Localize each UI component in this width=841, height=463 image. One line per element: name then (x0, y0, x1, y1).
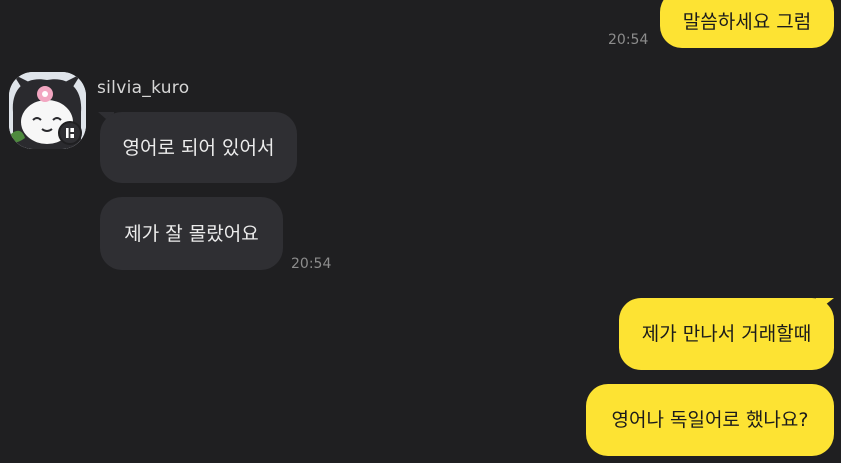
their-message-bubble[interactable]: 제가 잘 몰랐어요 (100, 197, 283, 270)
profile-badge-icon (58, 121, 82, 145)
my-message-bubble[interactable]: 말씀하세요 그럼 (660, 0, 834, 48)
message-text: 영어로 되어 있어서 (122, 136, 275, 159)
their-message-bubble[interactable]: 영어로 되어 있어서 (100, 112, 297, 183)
my-message-bubble[interactable]: 제가 만나서 거래할때 (619, 298, 834, 370)
message-text: 말씀하세요 그럼 (682, 11, 812, 33)
my-message-bubble[interactable]: 영어나 독일어로 했나요? (586, 384, 834, 456)
sender-avatar[interactable] (9, 72, 86, 149)
message-text: 제가 잘 몰랐어요 (124, 222, 259, 245)
message-text: 제가 만나서 거래할때 (641, 323, 812, 345)
message-timestamp: 20:54 (291, 256, 332, 272)
message-text: 영어나 독일어로 했나요? (611, 409, 809, 431)
message-timestamp: 20:54 (608, 32, 649, 48)
sender-name[interactable]: silvia_kuro (97, 78, 189, 98)
chat-window: 말씀하세요 그럼 20:54 silvia_kuro 영어로 되어 있어서 제가… (0, 0, 841, 463)
